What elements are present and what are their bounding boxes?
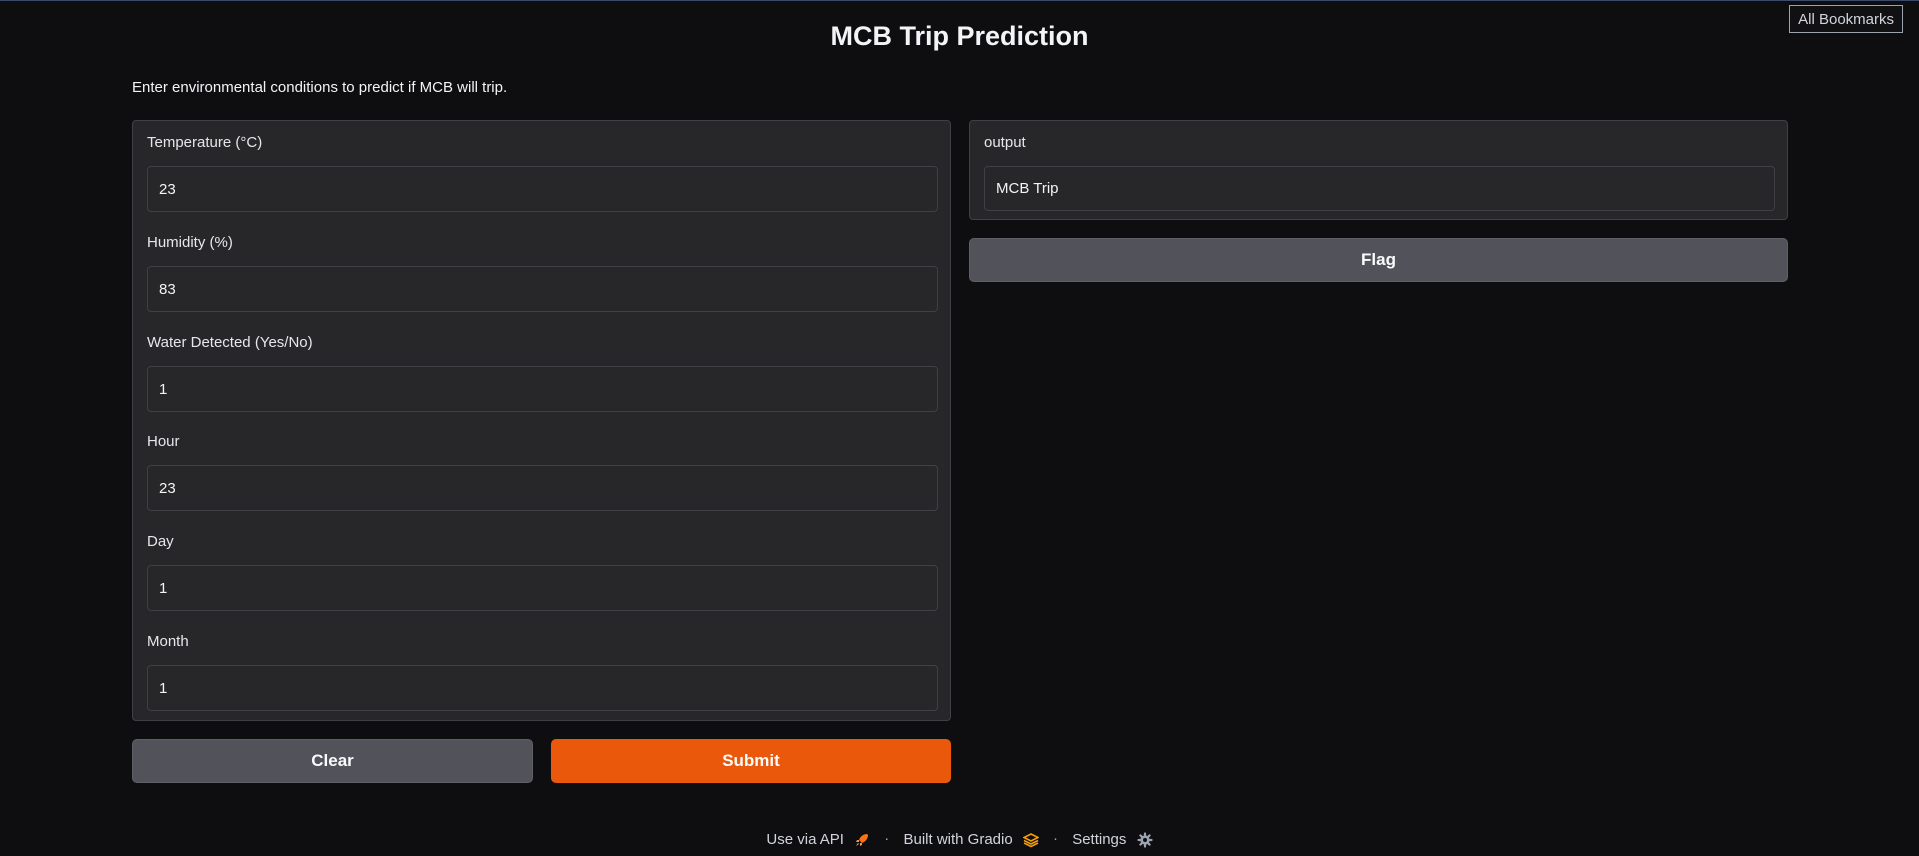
humidity-input[interactable] (147, 266, 938, 312)
page-description: Enter environmental conditions to predic… (132, 79, 508, 96)
submit-button[interactable]: Submit (551, 739, 951, 783)
hour-input[interactable] (147, 465, 938, 511)
hour-label: Hour (147, 433, 180, 450)
settings-link[interactable]: Settings (1072, 830, 1153, 848)
use-via-api-label: Use via API (766, 830, 844, 848)
clear-button[interactable]: Clear (132, 739, 533, 783)
inputs-panel: Temperature (°C) Humidity (%) Water Dete… (132, 120, 951, 721)
output-textbox[interactable] (984, 166, 1775, 211)
day-input[interactable] (147, 565, 938, 611)
gear-icon (1136, 831, 1153, 848)
output-panel: output (969, 120, 1788, 220)
humidity-field: Humidity (%) (147, 232, 938, 312)
water-detected-field: Water Detected (Yes/No) (147, 332, 938, 412)
water-detected-input[interactable] (147, 366, 938, 412)
flag-button[interactable]: Flag (969, 238, 1788, 282)
built-with-gradio-label: Built with Gradio (903, 830, 1013, 848)
output-label: output (984, 134, 1026, 151)
month-label: Month (147, 633, 189, 650)
rocket-icon (856, 833, 869, 846)
temperature-field: Temperature (°C) (147, 132, 938, 212)
temperature-label: Temperature (°C) (147, 134, 263, 151)
month-field: Month (147, 631, 938, 711)
settings-label: Settings (1072, 830, 1127, 848)
temperature-input[interactable] (147, 166, 938, 212)
footer: Use via API · Built with Gradio · Settin… (0, 830, 1919, 848)
day-field: Day (147, 531, 938, 611)
page-title: MCB Trip Prediction (830, 21, 1089, 51)
gradio-logo-icon (1022, 832, 1039, 847)
built-with-gradio-link[interactable]: Built with Gradio (903, 830, 1039, 848)
water-detected-label: Water Detected (Yes/No) (147, 334, 313, 351)
use-via-api-link[interactable]: Use via API (766, 831, 870, 848)
humidity-label: Humidity (%) (147, 234, 233, 251)
footer-separator: · (884, 830, 890, 847)
month-input[interactable] (147, 665, 938, 711)
hour-field: Hour (147, 431, 938, 511)
footer-separator: · (1053, 830, 1059, 847)
day-label: Day (147, 533, 174, 550)
output-field: output (984, 132, 1775, 211)
